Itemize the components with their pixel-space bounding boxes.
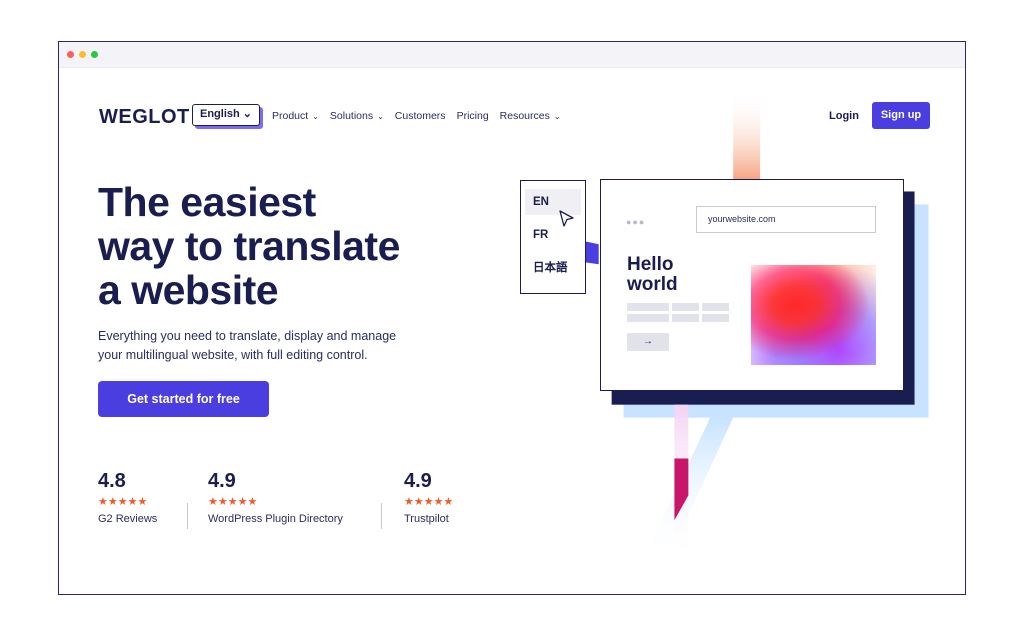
mockup-gradient-image: [751, 265, 876, 365]
hero-subtitle-line: Everything you need to translate, displa…: [98, 329, 397, 343]
divider: [381, 503, 382, 529]
website-mockup-illustration: ●●● yourwebsite.com Hello world →: [600, 179, 904, 391]
popup-connector: [584, 241, 599, 265]
hero-subtitle-line: your multilingual website, with full edi…: [98, 348, 368, 362]
mockup-heading-line: Hello: [627, 254, 674, 275]
nav-item-label: Solutions: [329, 110, 374, 122]
window-titlebar: [59, 42, 965, 68]
chevron-down-icon: ⌄: [377, 112, 384, 121]
main-nav: Product ⌄ Solutions ⌄ Customers Pricing Re…: [272, 110, 561, 122]
blue-beam: [642, 417, 734, 561]
chevron-down-icon: ⌄: [312, 112, 319, 121]
mockup-url-bar: yourwebsite.com: [696, 206, 876, 233]
nav-item-customers[interactable]: Customers: [395, 110, 446, 122]
language-switcher-button[interactable]: English ⌄: [192, 104, 260, 126]
nav-item-product[interactable]: Product ⌄: [272, 110, 319, 122]
mockup-text-placeholder: [627, 303, 669, 311]
hero-subtitle: Everything you need to translate, displa…: [98, 327, 438, 365]
rating-source: G2 Reviews: [98, 513, 158, 525]
nav-item-label: Product: [272, 110, 309, 122]
browser-window: WEGLOT English ⌄ Product ⌄ Solutions ⌄ Cus…: [58, 41, 966, 595]
maximize-window-button[interactable]: [91, 51, 98, 58]
star-rating-icon: ★★★★★: [404, 496, 454, 508]
rating-wordpress: 4.9 ★★★★★ WordPress Plugin Directory: [208, 470, 343, 525]
minimize-window-button[interactable]: [79, 51, 86, 58]
nav-item-label: Resources: [499, 110, 550, 122]
rating-score: 4.8: [98, 470, 126, 492]
mockup-text-placeholder: [672, 314, 699, 322]
orange-bar: [733, 91, 761, 182]
divider: [187, 503, 188, 529]
mockup-text-placeholder: [627, 314, 669, 322]
chevron-down-icon: ⌄: [553, 112, 561, 121]
nav-item-solutions[interactable]: Solutions ⌄: [330, 110, 384, 122]
mockup-text-placeholder: [702, 303, 729, 311]
signup-button[interactable]: Sign up: [872, 102, 930, 129]
mockup-text-placeholder: [672, 303, 699, 311]
rating-source: Trustpilot: [404, 513, 449, 525]
star-rating-icon: ★★★★★: [98, 496, 148, 508]
language-option-fr: FR: [533, 229, 549, 241]
mockup-heading: Hello world: [627, 255, 678, 295]
mockup-arrow-button: →: [627, 333, 669, 351]
rating-score: 4.9: [208, 470, 236, 492]
mockup-window-dots: ●●●: [626, 217, 646, 227]
magenta-segment: [674, 458, 689, 521]
rating-source: WordPress Plugin Directory: [208, 513, 343, 525]
nav-item-pricing[interactable]: Pricing: [457, 110, 489, 122]
get-started-button[interactable]: Get started for free: [98, 381, 269, 417]
rating-g2: 4.8 ★★★★★ G2 Reviews: [98, 470, 157, 525]
hero-title-line: a website: [98, 267, 279, 313]
rating-trustpilot: 4.9 ★★★★★ Trustpilot: [404, 470, 453, 525]
pink-strip: [674, 404, 689, 565]
language-dropdown-illustration: EN FR 日本語: [520, 180, 586, 294]
hero-title: The easiest way to translate a website: [98, 180, 458, 312]
cursor-pointer-icon: [559, 210, 574, 227]
hero-title-line: way to translate: [98, 223, 400, 269]
nav-item-resources[interactable]: Resources ⌄: [500, 110, 561, 122]
weglot-logo[interactable]: WEGLOT: [99, 106, 190, 129]
mockup-heading-line: world: [627, 274, 678, 295]
mockup-text-placeholder: [702, 314, 729, 322]
star-rating-icon: ★★★★★: [208, 496, 258, 508]
language-option-ja: 日本語: [533, 262, 568, 274]
login-link[interactable]: Login: [829, 110, 859, 122]
close-window-button[interactable]: [67, 51, 74, 58]
rating-score: 4.9: [404, 470, 432, 492]
hero-title-line: The easiest: [98, 179, 316, 225]
